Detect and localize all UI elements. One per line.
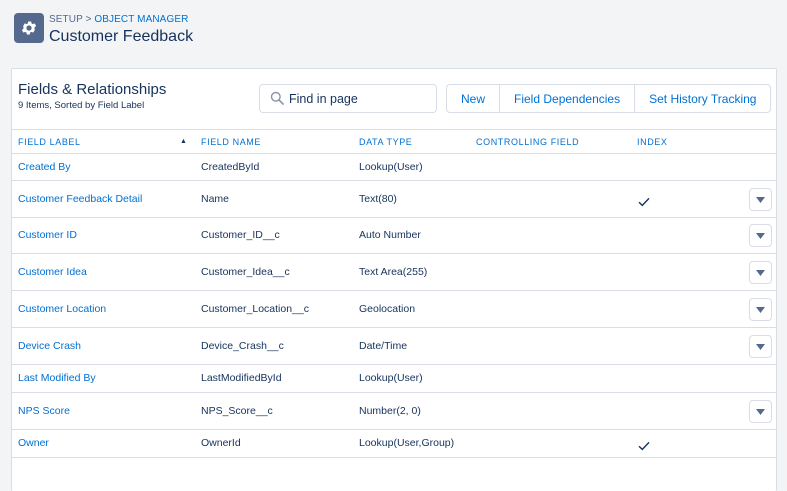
field-api-name: Customer_Location__c (201, 303, 309, 315)
column-header-field-label[interactable]: FIELD LABEL (18, 137, 81, 147)
field-label-link[interactable]: Customer ID (18, 229, 77, 241)
data-type: Lookup(User) (359, 372, 423, 384)
table-row: Owner OwnerId Lookup(User,Group) (12, 430, 776, 458)
search-input[interactable] (289, 89, 429, 109)
chevron-down-icon (756, 343, 765, 350)
row-actions-button[interactable] (749, 261, 772, 284)
field-api-name: Customer_ID__c (201, 229, 280, 241)
search-box[interactable] (259, 84, 437, 113)
field-label-link[interactable]: Created By (18, 161, 71, 173)
row-actions-button[interactable] (749, 298, 772, 321)
field-label-link[interactable]: Device Crash (18, 340, 81, 352)
breadcrumb-separator: > (85, 14, 92, 25)
field-label-link[interactable]: NPS Score (18, 405, 70, 417)
gear-icon (14, 13, 44, 43)
field-api-name: LastModifiedById (201, 372, 282, 384)
table-row: Customer ID Customer_ID__c Auto Number (12, 218, 776, 254)
chevron-down-icon (756, 306, 765, 313)
data-type: Lookup(User) (359, 161, 423, 173)
table-header: FIELD LABEL ▲ FIELD NAME DATA TYPE CONTR… (12, 129, 776, 154)
chevron-down-icon (756, 232, 765, 239)
breadcrumb-object-manager[interactable]: OBJECT MANAGER (94, 14, 188, 25)
row-actions-button[interactable] (749, 335, 772, 358)
data-type: Number(2, 0) (359, 405, 421, 417)
table-row: NPS Score NPS_Score__c Number(2, 0) (12, 393, 776, 430)
table-row: Device Crash Device_Crash__c Date/Time (12, 328, 776, 365)
field-label-link[interactable]: Customer Feedback Detail (18, 193, 142, 205)
chevron-down-icon (756, 408, 765, 415)
check-icon (638, 438, 650, 456)
fields-card: Fields & Relationships 9 Items, Sorted b… (11, 68, 777, 491)
set-history-tracking-button[interactable]: Set History Tracking (635, 85, 770, 112)
column-header-index[interactable]: INDEX (637, 137, 668, 147)
search-icon (270, 91, 284, 110)
row-actions-button[interactable] (749, 224, 772, 247)
card-title: Fields & Relationships (18, 81, 167, 98)
sort-ascending-icon[interactable]: ▲ (180, 138, 187, 145)
chevron-down-icon (756, 269, 765, 276)
table-row: Last Modified By LastModifiedById Lookup(U… (12, 365, 776, 393)
card-subtitle: 9 Items, Sorted by Field Label (18, 100, 145, 111)
row-actions-button[interactable] (749, 188, 772, 211)
field-api-name: Customer_Idea__c (201, 266, 290, 278)
column-header-data-type[interactable]: DATA TYPE (359, 137, 412, 147)
action-button-group: New Field Dependencies Set History Track… (446, 84, 772, 113)
data-type: Text Area(255) (359, 266, 428, 278)
column-header-field-name[interactable]: FIELD NAME (201, 137, 261, 147)
field-dependencies-button[interactable]: Field Dependencies (500, 85, 636, 112)
data-type: Lookup(User,Group) (359, 437, 455, 449)
page-header: SETUP > OBJECT MANAGER Customer Feedback (0, 0, 787, 68)
data-type: Text(80) (359, 193, 397, 205)
field-api-name: Device_Crash__c (201, 340, 284, 352)
chevron-down-icon (756, 196, 765, 203)
data-type: Date/Time (359, 340, 408, 352)
card-header: Fields & Relationships 9 Items, Sorted b… (12, 69, 776, 129)
field-label-link[interactable]: Last Modified By (18, 372, 96, 384)
table-row: Customer Idea Customer_Idea__c Text Area(2… (12, 254, 776, 291)
field-label-link[interactable]: Owner (18, 437, 49, 449)
column-header-controlling-field[interactable]: CONTROLLING FIELD (476, 137, 579, 147)
breadcrumb: SETUP > OBJECT MANAGER (49, 14, 188, 25)
field-api-name: OwnerId (201, 437, 241, 449)
page-title: Customer Feedback (49, 28, 194, 45)
field-api-name: CreatedById (201, 161, 260, 173)
table-row: Customer Location Customer_Location__c Geo… (12, 291, 776, 328)
field-label-link[interactable]: Customer Location (18, 303, 106, 315)
breadcrumb-setup[interactable]: SETUP (49, 14, 83, 25)
check-icon (638, 194, 650, 212)
data-type: Auto Number (359, 229, 421, 241)
row-actions-button[interactable] (749, 400, 772, 423)
field-api-name: NPS_Score__c (201, 405, 273, 417)
new-button[interactable]: New (447, 85, 501, 112)
data-type: Geolocation (359, 303, 416, 315)
field-api-name: Name (201, 193, 230, 205)
table-row: Created By CreatedById Lookup(User) (12, 154, 776, 181)
field-label-link[interactable]: Customer Idea (18, 266, 87, 278)
table-row: Customer Feedback Detail Name Text(80) (12, 181, 776, 218)
